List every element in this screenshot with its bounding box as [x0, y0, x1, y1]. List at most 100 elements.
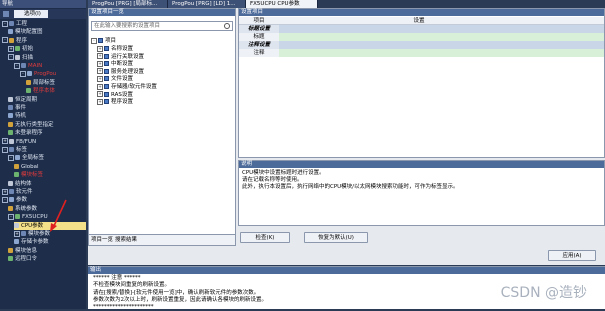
- setting-item-icon: [104, 84, 109, 89]
- check-button[interactable]: 检查(K): [240, 232, 290, 243]
- navigation-toolbar: 选项(I): [0, 9, 86, 19]
- collapse-icon[interactable]: -: [8, 154, 14, 161]
- tree-node-icon: [26, 88, 31, 94]
- nav-tree-item[interactable]: Global: [14, 163, 39, 171]
- tab-progpou-local-label[interactable]: ProgPou [PRG] [局部标...: [88, 0, 168, 8]
- editor-tab-bar: ProgPou [PRG] [局部标... ProgPou [PRG] [LD]…: [88, 0, 605, 8]
- restore-default-button[interactable]: 恢复为默认(U): [304, 232, 368, 243]
- search-icon[interactable]: [224, 23, 230, 29]
- setting-item-icon: [104, 99, 109, 105]
- nav-tree-item[interactable]: 模块配置图: [8, 28, 43, 36]
- navigation-icon[interactable]: [3, 11, 9, 17]
- nav-tree-item[interactable]: 未登录程序: [8, 129, 43, 137]
- collapse-icon[interactable]: -: [91, 37, 97, 44]
- nav-tree-item-label: 工程: [16, 21, 28, 27]
- setting-row-value[interactable]: [279, 33, 604, 41]
- expand-icon[interactable]: +: [2, 188, 8, 195]
- nav-tree-item[interactable]: + FB/FUN: [2, 138, 36, 146]
- setting-item-list-title: 设置项目一览: [89, 9, 235, 16]
- nav-tree-item-label: 系统参数: [15, 205, 38, 212]
- collapse-icon[interactable]: -: [8, 54, 14, 61]
- nav-tree-item-label: 程序: [16, 37, 28, 44]
- tree-node-icon: [8, 205, 13, 211]
- tree-node-icon: [21, 63, 26, 68]
- expand-icon[interactable]: +: [8, 45, 14, 52]
- setting-tree-root-label: 项目: [105, 38, 117, 44]
- setting-row-value[interactable]: [279, 41, 604, 49]
- expand-icon[interactable]: +: [97, 60, 103, 67]
- nav-tree-item[interactable]: 待机: [8, 112, 26, 120]
- nav-tree-item[interactable]: + 初始: [8, 45, 33, 53]
- expand-icon[interactable]: +: [97, 45, 103, 52]
- nav-tree-item[interactable]: - FX5UCPU: [8, 213, 48, 221]
- setting-item-label: 存储器/软元件设置: [111, 84, 157, 90]
- nav-tree-item[interactable]: 模块标签: [14, 171, 43, 179]
- nav-tree-item[interactable]: 事件: [8, 104, 26, 112]
- collapse-icon[interactable]: -: [20, 70, 26, 77]
- red-arrow-icon: [50, 199, 67, 232]
- expand-icon[interactable]: +: [97, 98, 103, 105]
- nav-tree-item[interactable]: - MAIN: [14, 62, 42, 70]
- tab-progpou-ld[interactable]: ProgPou [PRG] [LD] 1...: [168, 0, 246, 8]
- nav-tree-item[interactable]: - 扫描: [8, 54, 33, 62]
- collapse-icon[interactable]: -: [14, 62, 20, 69]
- nav-tree-item[interactable]: - ProgPou: [20, 70, 56, 78]
- setting-grid-row[interactable]: 注释: [239, 49, 604, 57]
- tab-search-result[interactable]: 搜索结果: [115, 236, 137, 244]
- nav-tree-item[interactable]: 模块信息: [8, 247, 37, 255]
- tree-node-icon: [14, 239, 19, 245]
- nav-tree-item[interactable]: - 标签: [2, 146, 27, 154]
- tree-node-icon: [8, 180, 13, 186]
- nav-tree-item[interactable]: - 全局标签: [8, 154, 44, 162]
- collapse-icon[interactable]: -: [2, 20, 8, 27]
- nav-tree-item-label: 参数: [16, 197, 28, 204]
- nav-tree-item[interactable]: 局部标签: [26, 79, 55, 87]
- tree-node-icon: [15, 214, 20, 220]
- nav-tree-item[interactable]: - 参数: [2, 196, 27, 204]
- setting-row-value[interactable]: [279, 49, 604, 57]
- output-panel: 输出 ****** 注意 ****** 不检查模块间重复的刷新设置。 请在[搜索…: [88, 266, 605, 310]
- nav-tree-item[interactable]: + 软元件: [2, 188, 33, 196]
- nav-tree-item[interactable]: 无执行类型指定: [8, 121, 54, 129]
- nav-tree-item[interactable]: 结构体: [8, 180, 32, 188]
- nav-tree-item[interactable]: 存储卡参数: [14, 238, 49, 246]
- collapse-icon[interactable]: -: [2, 146, 8, 153]
- collapse-icon[interactable]: -: [2, 196, 8, 203]
- expand-icon[interactable]: +: [97, 75, 103, 82]
- expand-icon[interactable]: +: [14, 230, 20, 237]
- nav-tree-item[interactable]: 程序本体: [26, 87, 55, 95]
- setting-grid-row[interactable]: 标题设置: [239, 25, 604, 33]
- navigation-option-select[interactable]: 选项(I): [14, 10, 48, 18]
- nav-tree-item[interactable]: + 模块参数: [14, 230, 50, 238]
- expand-icon[interactable]: +: [97, 91, 103, 98]
- nav-tree-item[interactable]: - 工程: [2, 20, 27, 28]
- nav-tree-item-label: ProgPou: [34, 71, 57, 78]
- setting-row-label: 标题设置: [239, 25, 279, 33]
- expand-icon[interactable]: +: [2, 138, 8, 145]
- tree-node-icon: [15, 155, 20, 161]
- tab-cpu-parameter[interactable]: FX5UCPU CPU参数: [246, 0, 318, 8]
- setting-grid-row[interactable]: 注释设置: [239, 41, 604, 49]
- collapse-icon[interactable]: -: [8, 213, 14, 220]
- tab-item-list[interactable]: 项目一览: [91, 236, 113, 244]
- output-title: 输出: [88, 267, 605, 274]
- expand-icon[interactable]: +: [97, 83, 103, 90]
- nav-tree-item-label: 软元件: [16, 189, 33, 195]
- nav-tree-item[interactable]: 恒定周期: [8, 96, 37, 104]
- collapse-icon[interactable]: -: [2, 37, 8, 44]
- expand-icon[interactable]: +: [97, 68, 103, 75]
- expand-icon[interactable]: +: [97, 53, 103, 60]
- setting-item-icon: [104, 61, 109, 67]
- tree-node-icon: [14, 163, 19, 169]
- setting-search-input[interactable]: 在此输入要搜索的设置项目: [91, 21, 233, 31]
- setting-row-value[interactable]: [279, 25, 604, 33]
- apply-button[interactable]: 应用(A): [548, 250, 596, 261]
- nav-tree-item[interactable]: 远程口令: [8, 255, 37, 263]
- nav-tree-item[interactable]: - 程序: [2, 37, 27, 45]
- nav-tree-item-label: 全局标签: [22, 155, 45, 162]
- setting-item[interactable]: + 程序设置: [97, 98, 133, 106]
- setting-tree-root[interactable]: - 项目: [91, 37, 116, 45]
- setting-grid-row[interactable]: 标题: [239, 33, 604, 41]
- tree-node-icon: [9, 138, 14, 144]
- nav-tree-item[interactable]: 系统参数: [8, 205, 37, 213]
